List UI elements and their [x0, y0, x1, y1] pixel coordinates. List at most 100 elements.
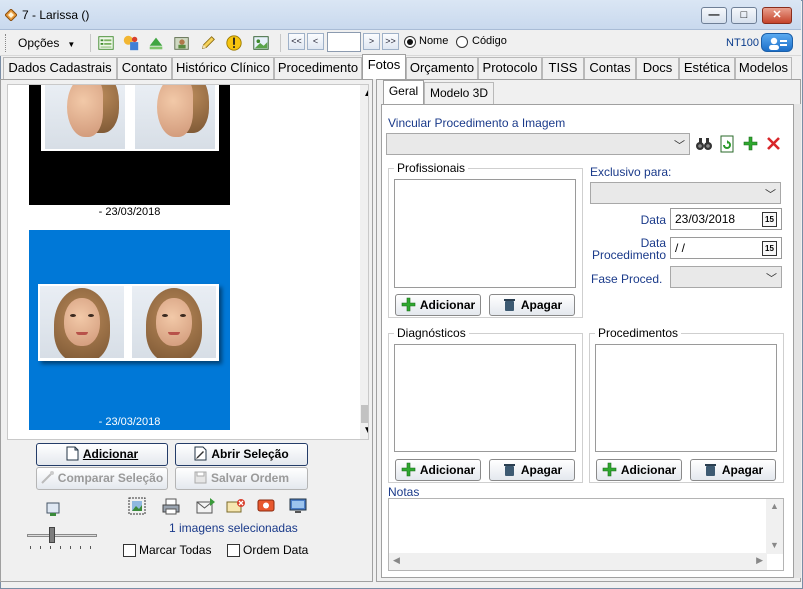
diagnostics-list[interactable] — [394, 344, 576, 452]
tab-estetica[interactable]: Estética — [679, 57, 735, 79]
gallery-scrollbar[interactable]: ▲ ▼ — [360, 85, 368, 439]
options-menu-button[interactable]: Opções ▼ — [12, 33, 81, 53]
tab-fotos[interactable]: Fotos — [362, 54, 406, 79]
minimize-icon: — — [708, 9, 720, 21]
tab-docs[interactable]: Docs — [636, 57, 679, 79]
mark-all-label: Marcar Todas — [139, 543, 212, 557]
delete-diagnostic-button[interactable]: Apagar — [489, 459, 575, 481]
maximize-icon: □ — [740, 9, 748, 21]
professionals-list[interactable] — [394, 179, 576, 288]
mark-all-checkbox[interactable] — [123, 544, 136, 557]
zoom-icon[interactable] — [45, 501, 61, 517]
toolbar-grip[interactable] — [5, 34, 8, 52]
image-edit-icon[interactable] — [257, 497, 275, 515]
email-delete-icon[interactable] — [226, 497, 246, 515]
photo-gallery[interactable]: - 23/03/2018 - 23/03/2018 ▲ ▼ — [7, 84, 369, 440]
record-number-input[interactable] — [327, 32, 361, 52]
add-procedure-button[interactable]: Adicionar — [596, 459, 682, 481]
tab-modelos[interactable]: Modelos — [735, 57, 792, 79]
photo-thumbnail[interactable] — [38, 284, 219, 361]
upload-arrow-icon[interactable] — [146, 33, 166, 53]
photo-thumbnail[interactable] — [41, 85, 219, 151]
print-icon[interactable] — [162, 497, 180, 515]
refresh-document-icon[interactable] — [719, 135, 735, 153]
tab-historico-clinico[interactable]: Histórico Clínico — [172, 57, 274, 79]
notes-textarea[interactable]: ▲ ▼ ◀ ▶ — [388, 498, 784, 571]
scroll-thumb[interactable] — [361, 405, 368, 423]
notes-vscrollbar[interactable]: ▲ ▼ — [766, 499, 783, 554]
slider-tick — [30, 546, 31, 549]
nav-first-button[interactable]: << — [288, 33, 305, 50]
calendar-icon[interactable]: 15 — [762, 212, 777, 227]
image-gallery-icon[interactable] — [251, 33, 271, 53]
binoculars-icon[interactable] — [695, 135, 713, 153]
users-icon — [769, 37, 787, 50]
plus-icon[interactable] — [743, 136, 758, 151]
link-procedure-select[interactable]: ﹀ — [386, 133, 690, 155]
notes-hscrollbar[interactable]: ◀ ▶ — [389, 553, 767, 570]
pencil-icon[interactable] — [198, 33, 218, 53]
zoom-slider-track[interactable] — [27, 534, 97, 537]
add-professional-button[interactable]: Adicionar — [395, 294, 481, 316]
toolbar: Opções ▼ << < > >> Nome Código NT100 — [0, 30, 801, 56]
minimize-button[interactable]: — — [701, 7, 727, 24]
photo-card-selected[interactable]: - 23/03/2018 — [29, 230, 230, 430]
radio-code[interactable] — [456, 36, 468, 48]
order-date-checkbox[interactable] — [227, 544, 240, 557]
maximize-button[interactable]: □ — [731, 7, 757, 24]
close-button[interactable]: ✕ — [762, 7, 792, 24]
monitor-icon[interactable] — [289, 497, 307, 515]
tab-orcamento[interactable]: Orçamento — [406, 57, 478, 79]
delete-professional-button[interactable]: Apagar — [489, 294, 575, 316]
photo-date-label: - 23/03/2018 — [98, 416, 161, 428]
delete-procedure-button[interactable]: Apagar — [690, 459, 776, 481]
open-selection-button[interactable]: Abrir Seleção — [175, 443, 308, 466]
profile-photo — [45, 85, 125, 149]
email-send-icon[interactable] — [196, 497, 216, 515]
tab-procedimento[interactable]: Procedimento — [274, 57, 362, 79]
person-card-icon[interactable] — [172, 33, 192, 53]
save-order-button[interactable]: Salvar Ordem — [175, 467, 308, 490]
exclusive-select[interactable]: ﹀ — [590, 182, 781, 204]
add-diagnostic-button[interactable]: Adicionar — [395, 459, 481, 481]
shapes-icon[interactable] — [121, 33, 141, 53]
tab-tiss[interactable]: TISS — [542, 57, 584, 79]
calendar-icon[interactable]: 15 — [762, 241, 777, 256]
users-button[interactable] — [761, 33, 793, 52]
tab-contas[interactable]: Contas — [584, 57, 636, 79]
select-image-icon[interactable] — [128, 497, 146, 515]
scroll-up-icon[interactable]: ▲ — [770, 501, 779, 511]
scroll-right-icon[interactable]: ▶ — [756, 555, 763, 566]
tab-protocolo[interactable]: Protocolo — [478, 57, 542, 79]
scroll-down-icon[interactable]: ▼ — [770, 540, 779, 550]
nav-next-button[interactable]: > — [363, 33, 380, 50]
add-photo-button[interactable]: Adicionar — [36, 443, 168, 466]
tab-modelo-3d[interactable]: Modelo 3D — [424, 82, 494, 104]
radio-name[interactable] — [404, 36, 416, 48]
open-selection-label: Abrir Seleção — [211, 447, 289, 461]
nav-last-button[interactable]: >> — [382, 33, 399, 50]
tab-contato[interactable]: Contato — [117, 57, 172, 79]
form-list-icon[interactable] — [96, 33, 116, 53]
window-title: 7 - Larissa () — [22, 8, 90, 22]
zoom-slider-thumb[interactable] — [49, 527, 55, 543]
order-date-label: Ordem Data — [243, 543, 309, 557]
scroll-left-icon[interactable]: ◀ — [393, 555, 400, 566]
delete-x-icon[interactable] — [766, 136, 781, 151]
compare-selection-button[interactable]: Comparar Seleção — [36, 467, 168, 490]
tab-dados-cadastrais[interactable]: Dados Cadastrais — [3, 57, 117, 79]
photo-card[interactable] — [29, 85, 230, 205]
add-procedure-label: Adicionar — [620, 463, 677, 477]
scroll-down-icon[interactable]: ▼ — [363, 425, 368, 436]
nav-prev-button[interactable]: < — [307, 33, 324, 50]
add-photo-label: Adicionar — [82, 447, 139, 461]
tab-geral[interactable]: Geral — [383, 80, 424, 105]
phase-select[interactable]: ﹀ — [670, 266, 782, 288]
chevron-down-icon: ﹀ — [766, 273, 777, 285]
panel-edge — [794, 104, 801, 578]
slider-tick — [50, 546, 51, 549]
slider-tick — [70, 546, 71, 549]
procedures-list[interactable] — [595, 344, 777, 452]
warning-icon[interactable] — [224, 33, 244, 53]
scroll-up-icon[interactable]: ▲ — [363, 88, 368, 99]
